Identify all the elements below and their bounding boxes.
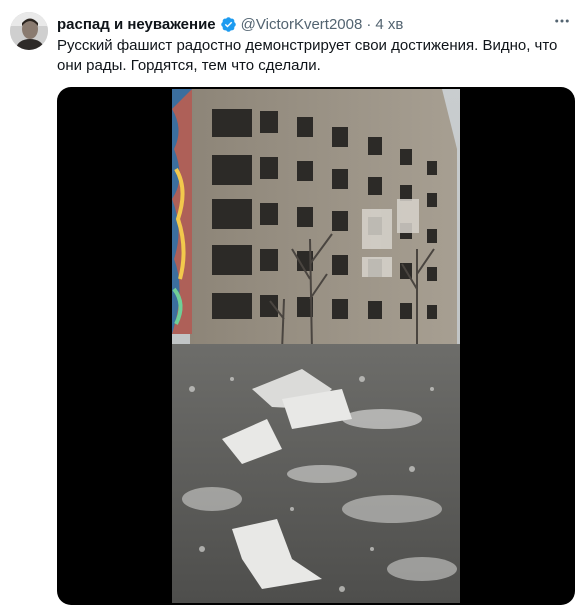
tweet-text: Русский фашист радостно демонстрирует св… <box>57 37 558 74</box>
more-dots-icon[interactable] <box>551 10 573 32</box>
author-name[interactable]: распад и неуважение <box>57 16 216 33</box>
separator-dot: · <box>366 15 372 33</box>
tweet-header: распад и неуважение @VictorKvert2008 · 4… <box>57 13 573 35</box>
avatar[interactable] <box>10 12 48 50</box>
author-handle[interactable]: @VictorKvert2008 <box>241 16 363 33</box>
video-player[interactable] <box>57 87 575 605</box>
tweet[interactable]: распад и неуважение @VictorKvert2008 · 4… <box>0 0 583 612</box>
timestamp[interactable]: 4 хв <box>375 16 403 33</box>
verified-badge-icon <box>220 16 237 33</box>
video-frame[interactable] <box>172 89 460 603</box>
